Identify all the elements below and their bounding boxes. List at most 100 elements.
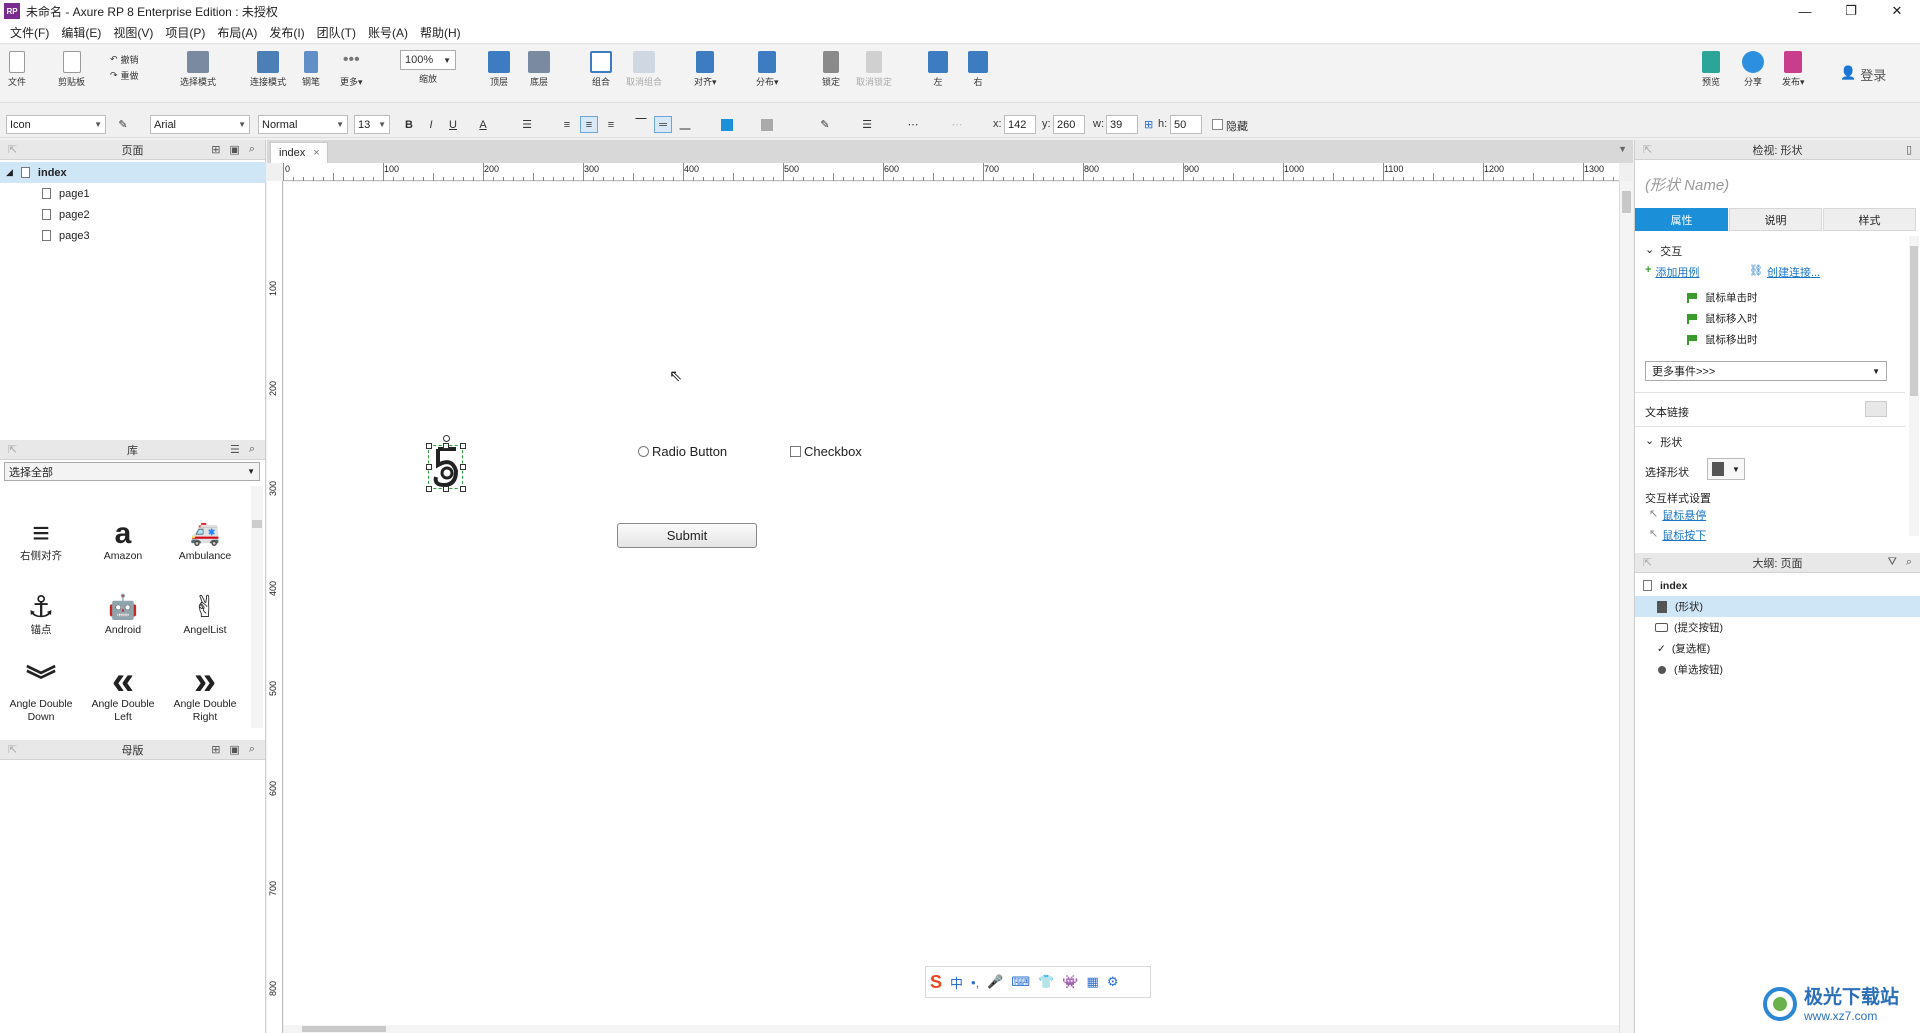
style-painter-icon[interactable]: ✎	[114, 116, 132, 133]
microphone-icon[interactable]: 🎤	[987, 974, 1003, 990]
arrow-style-button[interactable]: ⋯	[942, 116, 972, 133]
menu-project[interactable]: 项目(P)	[159, 24, 211, 41]
clipboard-button[interactable]: 剪贴板	[58, 51, 85, 88]
x-input[interactable]: 142	[1004, 115, 1036, 134]
library-item-angellist[interactable]: ✌ AngelList	[164, 590, 246, 637]
top-layer-button[interactable]: 顶层	[488, 51, 510, 88]
scroll-thumb[interactable]	[1910, 246, 1918, 396]
page-item-page2[interactable]: page2	[0, 204, 266, 225]
close-tab-icon[interactable]: ×	[313, 147, 319, 159]
pin-icon[interactable]: ⇱	[1643, 556, 1652, 569]
outline-root[interactable]: index	[1635, 575, 1920, 596]
ungroup-button[interactable]: 取消组合	[626, 51, 662, 88]
pin-icon[interactable]: ⇱	[8, 443, 17, 456]
menu-file[interactable]: 文件(F)	[4, 24, 55, 41]
preview-button[interactable]: 预览	[1702, 51, 1720, 88]
align-right-icon[interactable]: ≡	[602, 116, 620, 133]
close-button[interactable]: ✕	[1874, 0, 1920, 22]
event-on-click[interactable]: 鼠标单击时	[1687, 290, 1758, 305]
event-on-mouse-enter[interactable]: 鼠标移入时	[1687, 311, 1758, 326]
game-icon[interactable]: 👾	[1062, 974, 1078, 990]
outline-item-submit[interactable]: (提交按钮)	[1635, 617, 1920, 638]
submit-button-widget[interactable]: Submit	[617, 523, 757, 548]
library-select[interactable]: 选择全部 ▼	[4, 462, 260, 481]
bullet-list-icon[interactable]: ☰	[518, 116, 536, 133]
search-icon[interactable]: ⌕	[249, 743, 255, 756]
widget-type-select[interactable]: Icon ▼	[6, 115, 106, 134]
page-item-page1[interactable]: page1	[0, 183, 266, 204]
align-left-icon[interactable]: ≡	[558, 116, 576, 133]
undo-button[interactable]: ↶ 撤销	[110, 53, 139, 66]
align-button[interactable]: 对齐▾	[694, 51, 717, 88]
tab-properties[interactable]: 属性	[1635, 208, 1728, 231]
settings-icon[interactable]: ⚙	[1107, 974, 1119, 990]
search-icon[interactable]: ⌕	[1906, 556, 1912, 569]
menu-account[interactable]: 账号(A)	[362, 24, 414, 41]
add-page-icon[interactable]: ⊞	[211, 143, 220, 156]
fill-color-button[interactable]	[712, 116, 742, 133]
hover-style-link[interactable]: ↖ 鼠标悬停	[1649, 507, 1706, 523]
library-item-anchor[interactable]: ⚓ 锚点	[0, 590, 82, 637]
hidden-checkbox[interactable]	[1212, 119, 1223, 130]
shape-name-input[interactable]: (形状 Name)	[1645, 174, 1729, 195]
resize-handle[interactable]	[460, 486, 466, 492]
menu-help[interactable]: 帮助(H)	[414, 24, 467, 41]
resize-handle[interactable]	[426, 443, 432, 449]
font-size-select[interactable]: 13 ▼	[354, 115, 390, 134]
resize-handle[interactable]	[426, 464, 432, 470]
menu-icon[interactable]: ☰	[230, 443, 240, 456]
resize-handle[interactable]	[426, 486, 432, 492]
align-top-icon[interactable]: ⎺	[632, 116, 650, 133]
library-item-ambulance[interactable]: 🚑 Ambulance	[164, 516, 246, 563]
pin-icon[interactable]: ⇱	[8, 143, 17, 156]
menu-edit[interactable]: 编辑(E)	[55, 24, 107, 41]
outline-item-radio[interactable]: (单选按钮)	[1635, 659, 1920, 680]
right-panel-button[interactable]: 右	[968, 51, 988, 88]
punctuation-icon[interactable]: •,	[971, 975, 979, 990]
group-button[interactable]: 组合	[590, 51, 612, 88]
lock-button[interactable]: 锁定	[822, 51, 840, 88]
radio-button-widget[interactable]: Radio Button	[638, 444, 727, 459]
maximize-button[interactable]: ❐	[1828, 0, 1874, 22]
minimize-button[interactable]: —	[1782, 0, 1828, 22]
add-master-icon[interactable]: ⊞	[211, 743, 220, 756]
login-button[interactable]: 👤 登录	[1840, 65, 1886, 84]
font-family-select[interactable]: Arial ▼	[150, 115, 250, 134]
width-input[interactable]: 39	[1106, 115, 1138, 134]
align-center-icon[interactable]: ≡	[580, 116, 598, 133]
canvas-horizontal-scrollbar[interactable]	[284, 1025, 1619, 1033]
text-link-button[interactable]	[1865, 401, 1887, 417]
tab-index[interactable]: index ×	[270, 142, 328, 163]
font-color-button[interactable]: A	[474, 116, 492, 133]
selected-icon-widget[interactable]	[426, 435, 466, 492]
connect-mode-button[interactable]: 连接模式	[250, 51, 286, 88]
design-canvas[interactable]: Radio Button Checkbox Submit ⇖	[284, 182, 1619, 1025]
inspector-scrollbar[interactable]	[1909, 236, 1919, 536]
share-button[interactable]: 分享	[1742, 51, 1764, 88]
checkbox-widget[interactable]: Checkbox	[790, 444, 862, 459]
pen-button[interactable]: 钢笔	[302, 51, 320, 88]
line-style-button[interactable]: ⋯	[898, 116, 928, 133]
tab-menu-icon[interactable]: ▼	[1618, 144, 1627, 154]
y-input[interactable]: 260	[1053, 115, 1085, 134]
tab-style[interactable]: 样式	[1823, 208, 1916, 231]
ime-mode-button[interactable]: 中	[950, 973, 963, 992]
lock-ratio-icon[interactable]: ⊞	[1144, 118, 1153, 131]
library-item-android[interactable]: 🤖 Android	[82, 590, 164, 637]
more-button[interactable]: ••• 更多▾	[340, 51, 363, 88]
resize-handle[interactable]	[460, 443, 466, 449]
rotate-handle[interactable]	[443, 435, 450, 442]
add-folder-icon[interactable]: ▣	[229, 743, 239, 756]
menu-publish[interactable]: 发布(I)	[263, 24, 310, 41]
page-icon[interactable]: ▯	[1906, 143, 1912, 156]
add-case-link[interactable]: + 添加用例	[1645, 264, 1699, 280]
align-bottom-icon[interactable]: ⎽	[676, 116, 694, 133]
interaction-section-header[interactable]: ⌄ 交互	[1645, 243, 1682, 259]
skin-icon[interactable]: 👕	[1038, 974, 1054, 990]
expand-icon[interactable]: ◢	[6, 167, 13, 178]
event-on-mouse-leave[interactable]: 鼠标移出时	[1687, 332, 1758, 347]
outline-item-checkbox[interactable]: ✓ (复选框)	[1635, 638, 1920, 659]
resize-handle[interactable]	[460, 464, 466, 470]
tab-notes[interactable]: 说明	[1729, 208, 1822, 231]
select-mode-button[interactable]: 选择模式	[180, 51, 216, 88]
